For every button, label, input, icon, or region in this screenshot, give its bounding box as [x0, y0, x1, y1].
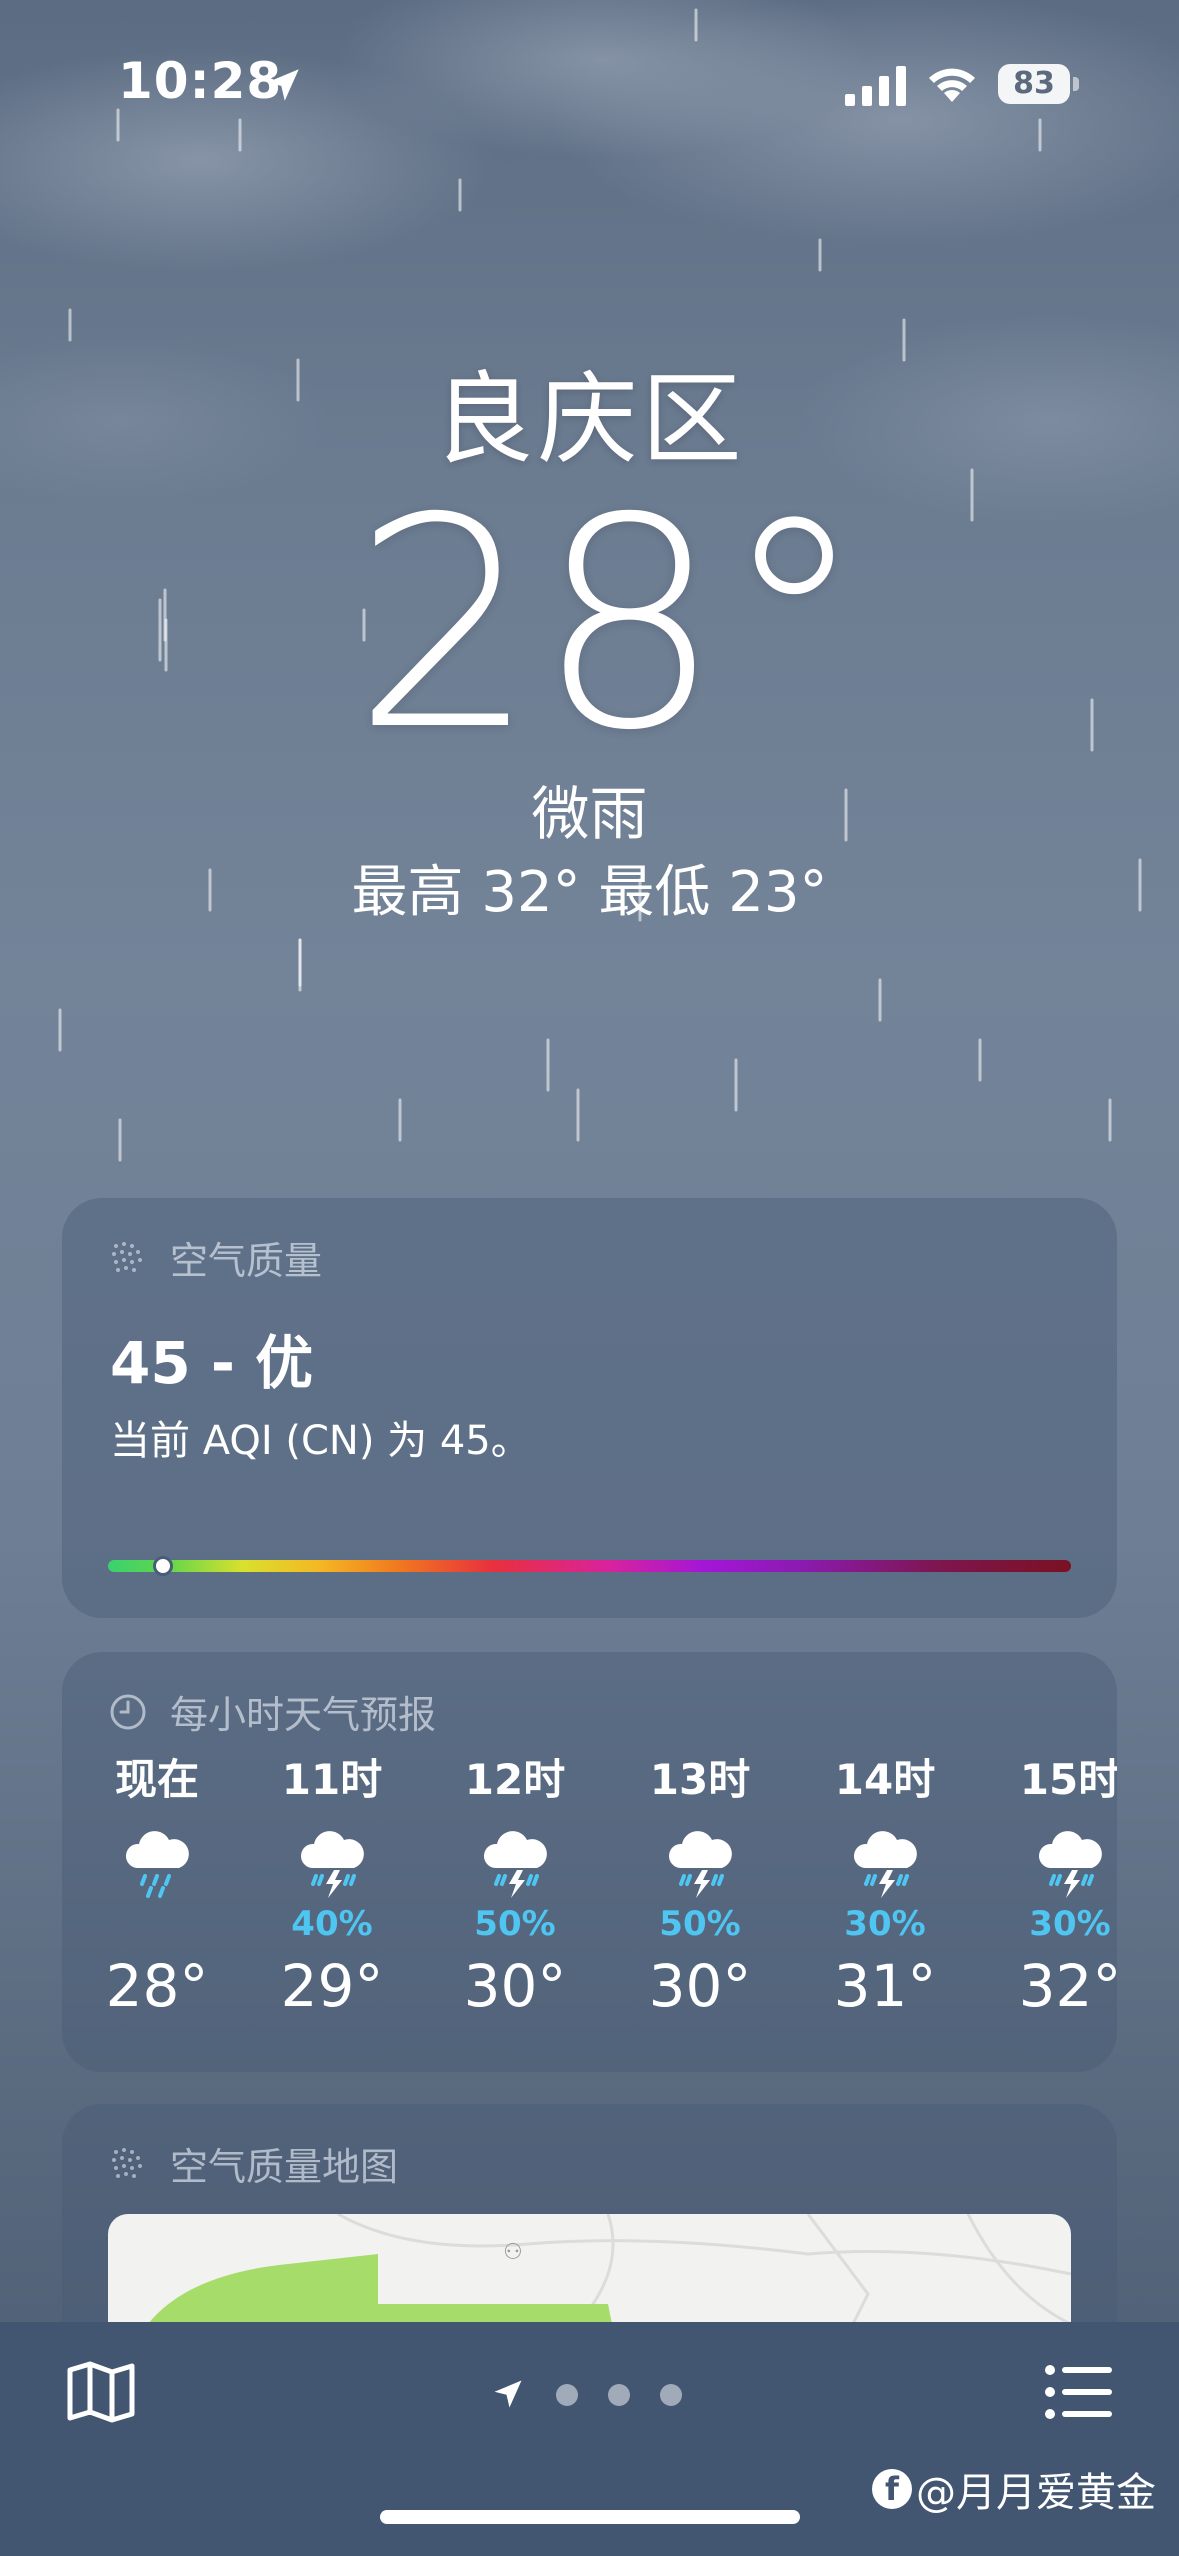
status-bar: 10:28 83 — [0, 0, 1179, 170]
page-dot[interactable] — [608, 2384, 630, 2406]
watermark-text: @月月爱黄金 — [916, 2470, 1156, 2516]
hour-temperature: 31° — [833, 1952, 937, 2020]
hour-label: 12时 — [464, 1755, 566, 1804]
air-quality-card[interactable]: 空气质量 45 - 优 当前 AQI (CN) 为 45。 — [62, 1198, 1117, 1618]
watermark: f @月月爱黄金 — [872, 2460, 1156, 2518]
hourly-forecast-card[interactable]: 每小时天气预报 现在 28° 11时 40% 29° 12时 50% 30° 1… — [62, 1652, 1117, 2072]
location-arrow-icon — [494, 2380, 522, 2408]
hour-label: 15时 — [1019, 1755, 1117, 1804]
clock-icon — [110, 1694, 146, 1729]
thunderstorm-icon — [1038, 1831, 1102, 1898]
page-dot[interactable] — [660, 2384, 682, 2406]
hour-label: 14时 — [834, 1755, 936, 1804]
hour-item: 15时 30% 32° — [1000, 1752, 1117, 2022]
air-quality-header: 空气质量 — [108, 1230, 322, 1285]
hour-label: 13时 — [649, 1755, 751, 1804]
aqi-description: 当前 AQI (CN) 为 45。 — [110, 1418, 531, 1464]
battery-indicator: 83 — [998, 64, 1070, 104]
rain-cloud-icon — [125, 1831, 189, 1898]
thunderstorm-icon — [668, 1831, 732, 1898]
hour-temperature: 32° — [1018, 1952, 1117, 2020]
status-time: 10:28 — [118, 52, 283, 110]
wifi-icon — [929, 68, 975, 102]
hour-temperature: 29° — [280, 1952, 384, 2020]
watermark-logo-icon: f — [872, 2469, 912, 2509]
hour-label: 现在 — [114, 1755, 199, 1804]
air-quality-map-title: 空气质量地图 — [170, 2145, 399, 2189]
hour-item: 13时 50% 30° — [630, 1752, 770, 2022]
thunderstorm-icon — [853, 1831, 917, 1898]
cellular-signal-icon — [845, 66, 906, 106]
aqi-value: 45 - 优 — [110, 1329, 314, 1397]
hour-temperature: 28° — [105, 1952, 209, 2020]
high-low-temperature: 最高 32° 最低 23° — [351, 860, 828, 925]
hourly-forecast-row[interactable]: 现在 28° 11时 40% 29° 12时 50% 30° 13时 50% 3… — [62, 1752, 1117, 2072]
precip-chance: 30% — [844, 1904, 926, 1944]
precip-chance — [87, 1902, 227, 1946]
svg-text:⚇: ⚇ — [503, 2240, 523, 2265]
hour-item: 12时 50% 30° — [445, 1752, 585, 2022]
hourly-forecast-header: 每小时天气预报 — [108, 1684, 436, 1739]
hour-item: 现在 28° — [87, 1752, 227, 2022]
current-temperature: 28° — [352, 457, 867, 794]
precip-chance: 40% — [291, 1904, 373, 1944]
air-quality-map-header: 空气质量地图 — [108, 2136, 398, 2191]
weather-condition: 微雨 — [531, 780, 648, 848]
air-quality-icon — [112, 2147, 142, 2178]
hour-temperature: 30° — [648, 1952, 752, 2020]
list-icon[interactable] — [1044, 2362, 1114, 2422]
thunderstorm-icon — [483, 1831, 547, 1898]
precip-chance: 30% — [1029, 1904, 1111, 1944]
hour-label: 11时 — [281, 1755, 383, 1804]
precip-chance: 50% — [659, 1904, 741, 1944]
home-indicator[interactable] — [380, 2510, 800, 2524]
map-icon[interactable] — [66, 2360, 136, 2424]
hour-temperature: 30° — [463, 1952, 567, 2020]
hour-item: 11时 40% 29° — [262, 1752, 402, 2022]
page-dot[interactable] — [556, 2384, 578, 2406]
precip-chance: 50% — [474, 1904, 556, 1944]
location-arrow-icon — [267, 69, 299, 101]
air-quality-icon — [112, 1241, 142, 1272]
hour-item: 14时 30% 31° — [815, 1752, 955, 2022]
battery-cap — [1073, 77, 1079, 91]
air-quality-title: 空气质量 — [170, 1239, 323, 1283]
aqi-scale-marker — [152, 1556, 173, 1576]
hourly-forecast-title: 每小时天气预报 — [170, 1693, 437, 1737]
aqi-scale-bar — [108, 1560, 1071, 1572]
thunderstorm-icon — [300, 1831, 364, 1898]
current-weather: 良庆区 28° 微雨 最高 32° 最低 23° — [0, 360, 1179, 928]
page-indicator[interactable] — [490, 2372, 690, 2412]
